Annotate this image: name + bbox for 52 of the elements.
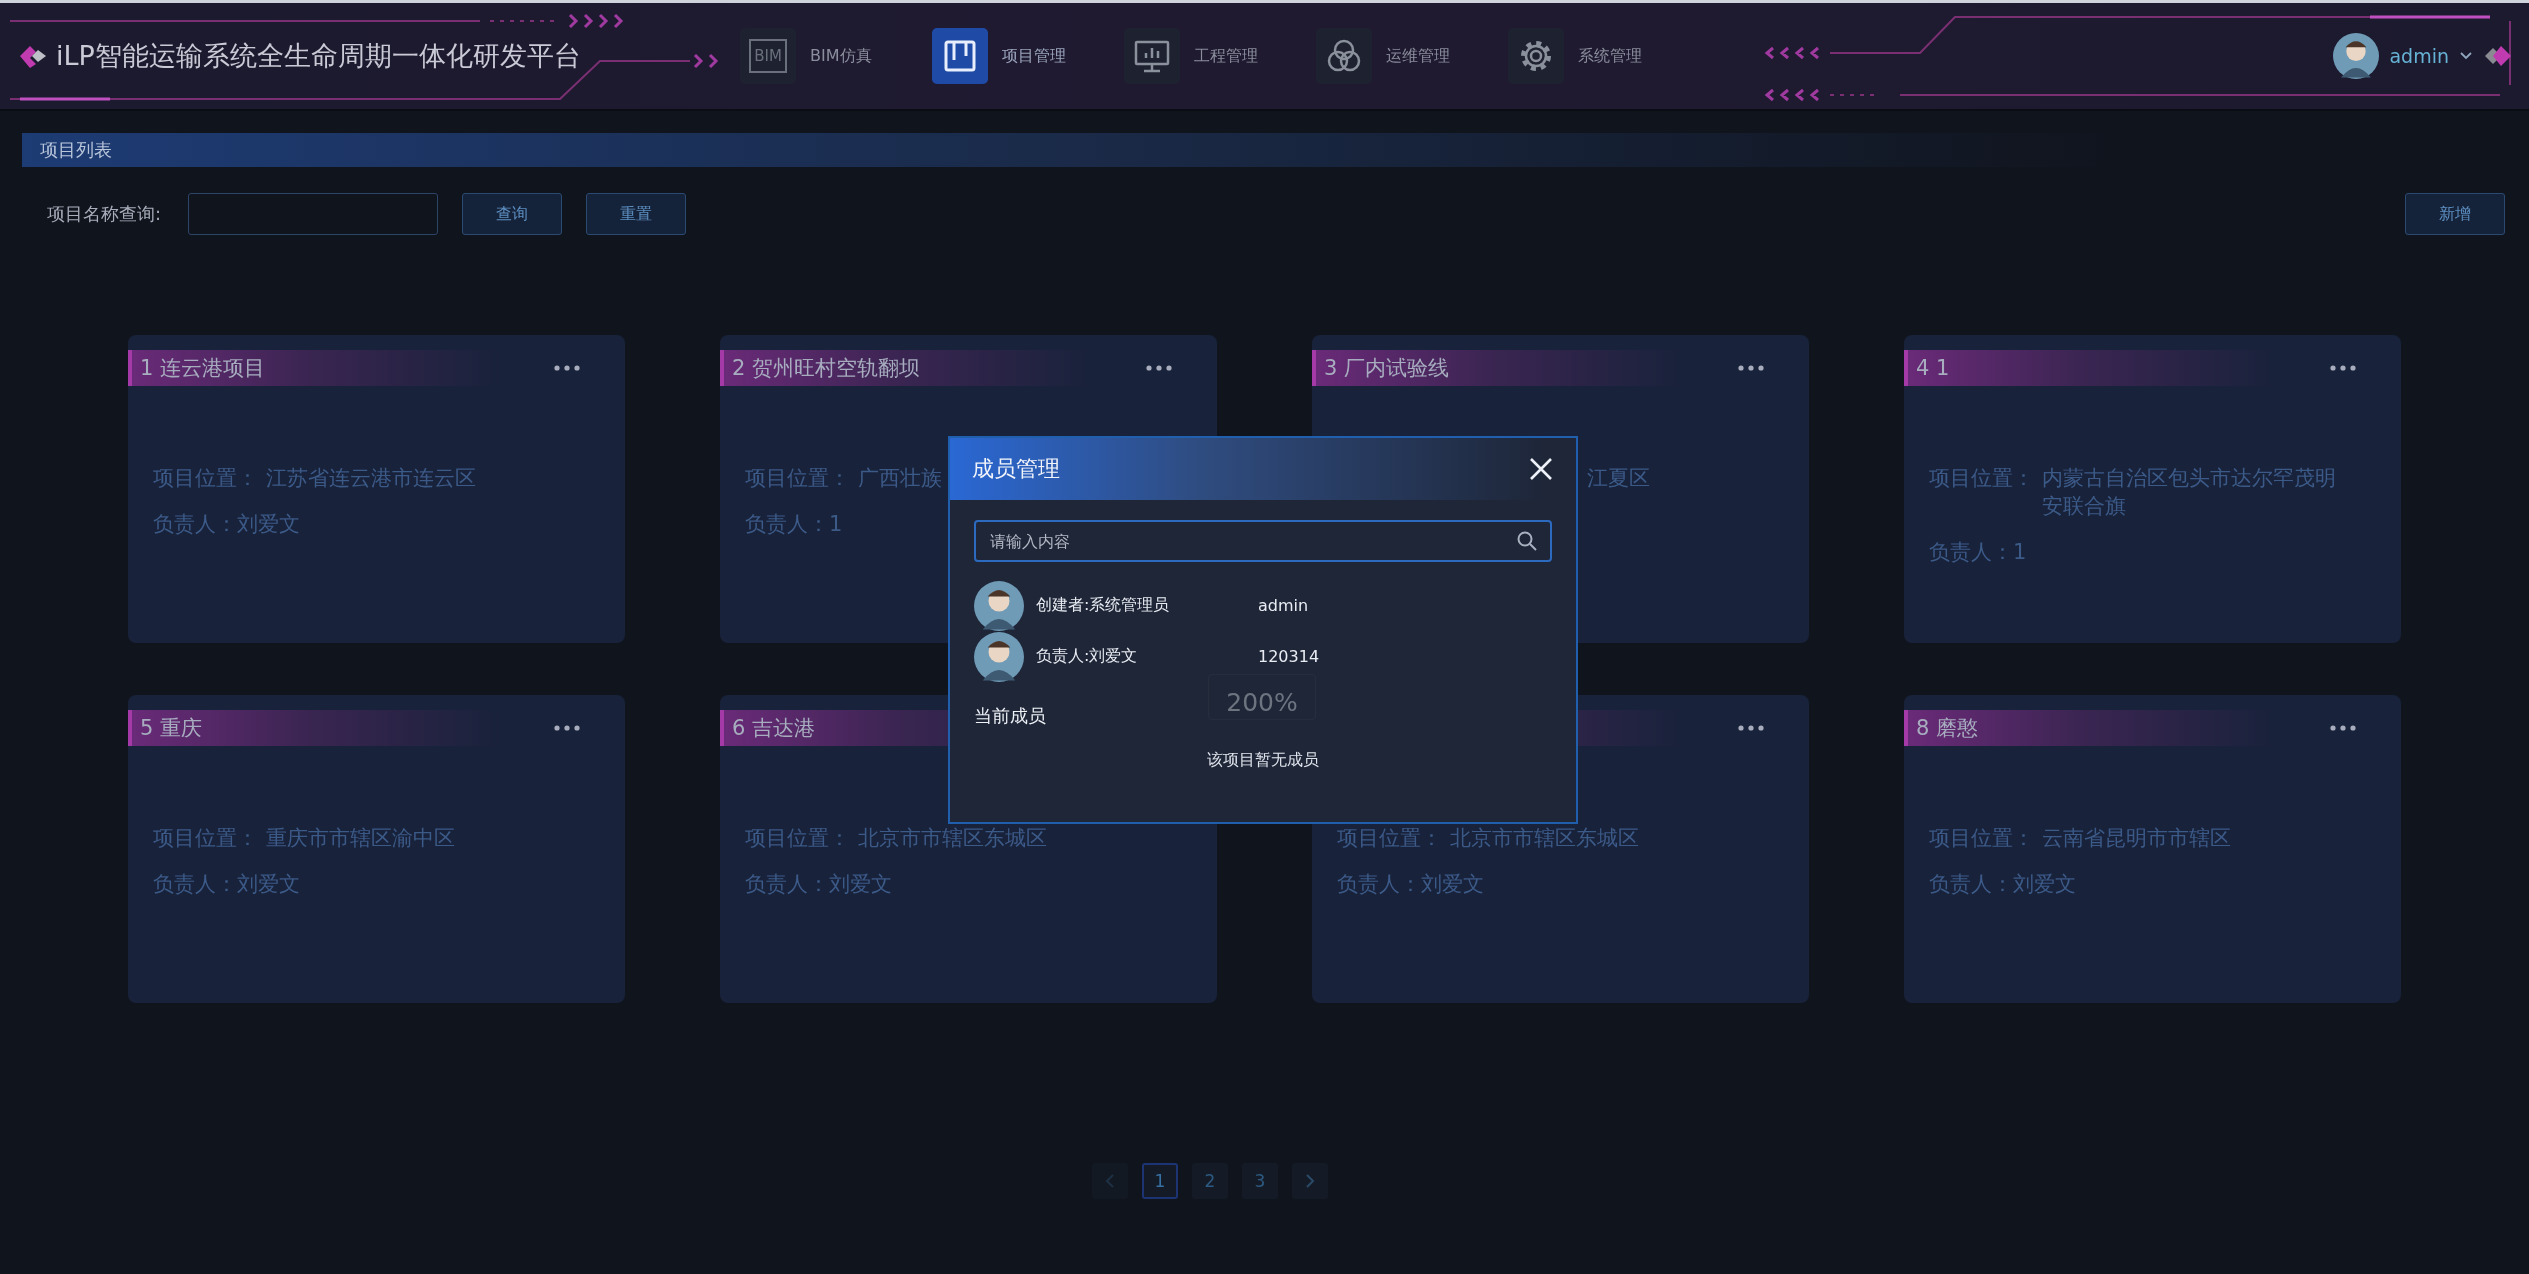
search-label: 项目名称查询: [47,202,162,226]
card-title: 8 磨憨 [1916,715,1979,742]
section-title: 项目列表 [40,138,112,162]
bim-icon: BIM [749,39,787,73]
dialog-title: 成员管理 [972,455,1060,483]
page-button[interactable]: 1 [1142,1163,1178,1199]
member-account: admin [1258,596,1309,615]
owner-text: 负责人：刘爱文 [745,871,893,898]
location-label: 项目位置： [1929,825,2034,852]
location-label: 项目位置： [1337,825,1442,852]
nav-tab[interactable]: 工程管理 [1124,28,1280,84]
add-button[interactable]: 新增 [2405,193,2505,235]
owner-text: 负责人：1 [1929,539,2028,566]
location-value: 江夏区 [1587,465,1650,492]
card-title: 5 重庆 [140,715,203,742]
member-role: 负责人:刘爱文 [1036,646,1139,667]
card-title: 1 连云港项目 [140,355,266,382]
location-value: 云南省昆明市市辖区 [2042,825,2231,852]
location-label: 项目位置： [153,465,258,492]
app-title: iLP智能运输系统全生命周期一体化研发平台 [56,39,581,73]
owner-text: 负责人：刘爱文 [1337,871,1485,898]
nav-tab[interactable]: 项目管理 [932,28,1088,84]
owner-text: 负责人：刘爱文 [153,511,301,538]
nav-tab[interactable]: BIM BIM仿真 [740,28,896,84]
location-label: 项目位置： [745,465,850,492]
member-account: 120314 [1258,647,1320,666]
current-members-heading: 当前成员 [974,704,1047,728]
card-title: 6 吉达港 [732,715,816,742]
member-search-field[interactable]: 请输入内容 [974,520,1552,562]
location-label: 项目位置： [1929,465,2034,492]
reset-button[interactable]: 重置 [586,193,687,235]
owner-text: 负责人：刘爱文 [153,871,301,898]
zoom-indicator: 200% [1208,674,1316,720]
card-title: 2 贺州旺村空轨翻坝 [732,355,921,382]
owner-text: 负责人：1 [745,511,844,538]
location-value: 北京市市辖区东城区 [1450,825,1639,852]
nav-tab[interactable]: 系统管理 [1508,28,1664,84]
location-value: 北京市市辖区东城区 [858,825,1047,852]
user-name[interactable]: admin [2389,45,2449,67]
owner-text: 负责人：刘爱文 [1929,871,2077,898]
location-value: 广西壮族 [858,465,942,492]
nav-tab[interactable]: 运维管理 [1316,28,1472,84]
location-label: 项目位置： [153,825,258,852]
card-title: 3 厂内试验线 [1324,355,1450,382]
query-button[interactable]: 查询 [462,193,563,235]
location-label: 项目位置： [745,825,850,852]
location-value: 内蒙古自治区包头市达尔罕茂明安联合旗 [2042,465,2337,520]
empty-message: 该项目暂无成员 [1206,750,1320,771]
member-role: 创建者:系统管理员 [1036,595,1171,616]
card-title: 4 1 [1916,356,1950,380]
location-value: 江苏省连云港市连云区 [266,465,476,492]
location-value: 重庆市市辖区渝中区 [266,825,455,852]
